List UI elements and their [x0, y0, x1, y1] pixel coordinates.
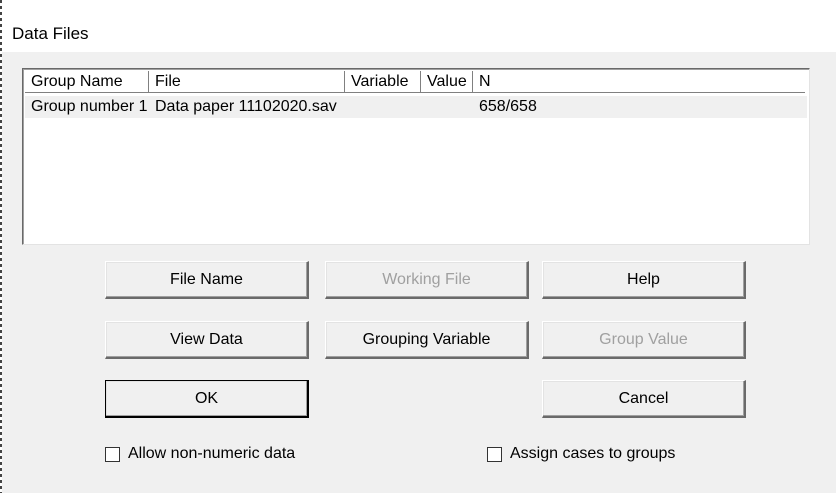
cell-group-name: Group number 1 — [31, 98, 148, 115]
column-header-value[interactable]: Value — [421, 71, 473, 93]
column-header-file[interactable]: File — [149, 71, 345, 93]
column-header-n[interactable]: N — [473, 71, 805, 93]
view-data-button[interactable]: View Data — [105, 321, 309, 359]
checkbox-box[interactable] — [105, 446, 120, 462]
checkbox-box[interactable] — [487, 446, 502, 462]
ok-button[interactable]: OK — [105, 380, 309, 418]
allow-non-numeric-label: Allow non-numeric data — [128, 445, 296, 462]
cell-variable — [345, 96, 421, 118]
assign-cases-checkbox[interactable]: Assign cases to groups — [487, 445, 675, 463]
dialog-body: Group Name File Variable Value N Group n… — [2, 52, 836, 493]
column-header-group-name[interactable]: Group Name — [25, 71, 149, 93]
group-value-button[interactable]: Group Value — [542, 321, 746, 359]
help-button[interactable]: Help — [542, 261, 746, 299]
cancel-button[interactable]: Cancel — [542, 380, 746, 418]
grouping-variable-button[interactable]: Grouping Variable — [325, 321, 529, 359]
data-files-list[interactable]: Group Name File Variable Value N Group n… — [22, 68, 810, 245]
file-name-button[interactable]: File Name — [105, 261, 309, 299]
cell-n: 658/658 — [479, 98, 537, 115]
window-title: Data Files — [12, 24, 89, 43]
list-header: Group Name File Variable Value N — [25, 71, 805, 95]
cell-value — [421, 96, 473, 118]
column-header-variable[interactable]: Variable — [345, 71, 421, 93]
cell-file: Data paper 11102020.sav — [155, 98, 337, 115]
allow-non-numeric-checkbox[interactable]: Allow non-numeric data — [105, 445, 295, 463]
table-row[interactable]: Group number 1 Data paper 11102020.sav 6… — [25, 96, 807, 118]
assign-cases-label: Assign cases to groups — [510, 445, 676, 462]
title-bar: Data Files — [2, 0, 836, 52]
working-file-button[interactable]: Working File — [325, 261, 529, 299]
